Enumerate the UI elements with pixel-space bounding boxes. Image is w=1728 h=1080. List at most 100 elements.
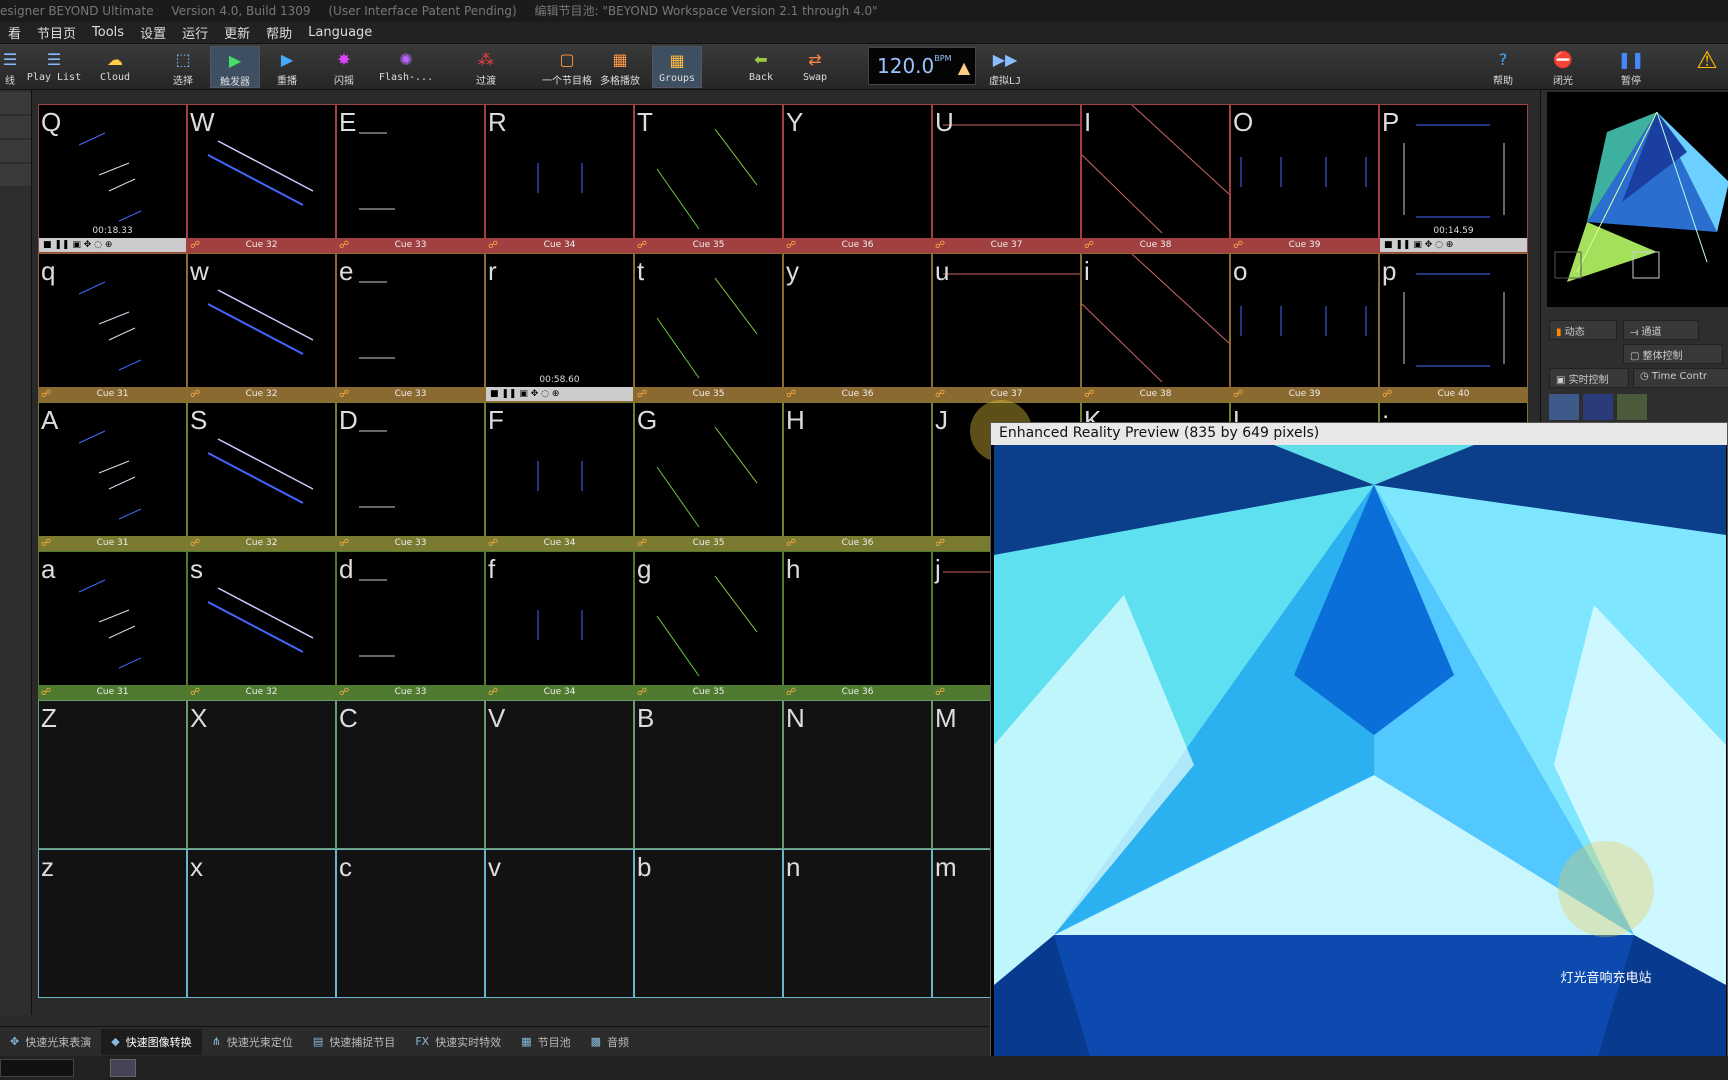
cue-cell-Q[interactable]: Q 00:18.33 ■ ❚❚ ▣ ✥ ◌ ⊕ — [38, 104, 187, 253]
cue-cell-p[interactable]: p ☍ Cue 40 — [1379, 253, 1528, 402]
toolbar-button-flash-more[interactable]: ✺ Flash-... — [370, 46, 442, 88]
toolbar-button-back-arrow[interactable]: ⬅ Back — [738, 46, 784, 88]
warning-icon[interactable]: ⚠ — [1690, 46, 1724, 88]
cue-cell-E[interactable]: E ☍ Cue 33 — [336, 104, 485, 253]
toolbar-button-trigger[interactable]: ▶ 触发器 — [210, 46, 260, 88]
cue-cell-X[interactable]: X — [187, 700, 336, 849]
cue-cell-I[interactable]: I ☍ Cue 38 — [1081, 104, 1230, 253]
cue-cell-R[interactable]: R ☍ Cue 34 — [485, 104, 634, 253]
save-icon[interactable] — [1617, 394, 1647, 420]
cue-cell-D[interactable]: D ☍ Cue 33 — [336, 402, 485, 551]
cue-cell-Z[interactable]: Z — [38, 700, 187, 849]
menu-item[interactable]: Tools — [84, 25, 132, 40]
pause-icon[interactable]: ❚❚ — [501, 389, 516, 399]
cue-cell-C[interactable]: C — [336, 700, 485, 849]
cue-cell-g[interactable]: g ☍ Cue 35 — [634, 551, 783, 700]
stop-icon[interactable]: ■ — [1384, 240, 1393, 250]
toolbar-button-cloud[interactable]: ☁ Cloud — [90, 46, 140, 88]
cue-cell-d[interactable]: d ☍ Cue 33 — [336, 551, 485, 700]
toolbar-button-swap[interactable]: ⇄ Swap — [790, 46, 840, 88]
laser-preview-thumbnail[interactable] — [1547, 92, 1728, 307]
toolbar-button-blackout[interactable]: ⛔ 闭光 — [1540, 46, 1586, 88]
bottom-tab[interactable]: FX 快速实时特效 — [405, 1029, 511, 1055]
globe-icon[interactable] — [1549, 394, 1579, 420]
menu-item[interactable]: 更新 — [216, 23, 258, 42]
cue-cell-A[interactable]: A ☍ Cue 31 — [38, 402, 187, 551]
cue-cell-r[interactable]: r 00:58.60 ■ ❚❚ ▣ ✥ ◌ ⊕ — [485, 253, 634, 402]
cue-cell-o[interactable]: o ☍ Cue 39 — [1230, 253, 1379, 402]
cue-cell-P[interactable]: P 00:14.59 ■ ❚❚ ▣ ✥ ◌ ⊕ — [1379, 104, 1528, 253]
menu-item[interactable]: 设置 — [132, 23, 174, 42]
cue-cell-S[interactable]: S ☍ Cue 32 — [187, 402, 336, 551]
cue-cell-z[interactable]: z — [38, 849, 187, 998]
bottom-tab[interactable]: ▦ 节目池 — [511, 1029, 580, 1055]
cue-cell-i[interactable]: i ☍ Cue 38 — [1081, 253, 1230, 402]
cue-cell-e[interactable]: e ☍ Cue 33 — [336, 253, 485, 402]
toolbar-button-list[interactable]: ☰ 线 — [0, 46, 20, 88]
bottom-tab[interactable]: ▤ 快速捕捉节目 — [303, 1029, 405, 1055]
cue-cell-s[interactable]: s ☍ Cue 32 — [187, 551, 336, 700]
cue-cell-O[interactable]: O ☍ Cue 39 — [1230, 104, 1379, 253]
tab-time-control[interactable]: ◷ Time Contr — [1633, 368, 1728, 388]
stop-icon[interactable]: ■ — [490, 389, 499, 399]
metronome-icon[interactable]: ▲ — [958, 58, 970, 77]
settings-icon[interactable]: ▣ ✥ ◌ ⊕ — [1413, 240, 1453, 250]
cue-cell-W[interactable]: W ☍ Cue 32 — [187, 104, 336, 253]
cue-cell-v[interactable]: v — [485, 849, 634, 998]
cue-cell-c[interactable]: c — [336, 849, 485, 998]
menu-item[interactable]: 运行 — [174, 23, 216, 42]
cue-cell-a[interactable]: a ☍ Cue 31 — [38, 551, 187, 700]
bottom-tab[interactable]: ✥ 快速光束表演 — [0, 1029, 101, 1055]
toolbar-button-pause[interactable]: ❚❚ 暂停 — [1608, 46, 1654, 88]
menu-item[interactable]: 帮助 — [258, 23, 300, 42]
cue-cell-N[interactable]: N — [783, 700, 932, 849]
tab-channel[interactable]: ⟞ 通道 — [1623, 320, 1699, 340]
menu-item[interactable]: Language — [300, 25, 380, 40]
pause-icon[interactable]: ❚❚ — [1395, 240, 1410, 250]
cue-cell-T[interactable]: T ☍ Cue 35 — [634, 104, 783, 253]
stop-icon[interactable]: ■ — [43, 240, 52, 250]
cue-cell-y[interactable]: y ☍ Cue 36 — [783, 253, 932, 402]
toolbar-button-multi-cell[interactable]: ▦ 多格播放 — [594, 46, 646, 88]
settings-icon[interactable]: ▣ ✥ ◌ ⊕ — [72, 240, 112, 250]
settings-icon[interactable]: ▣ ✥ ◌ ⊕ — [519, 389, 559, 399]
cue-cell-F[interactable]: F ☍ Cue 34 — [485, 402, 634, 551]
cue-cell-x[interactable]: x — [187, 849, 336, 998]
toolbar-button-single-cell[interactable]: ▢ 一个节目格 — [538, 46, 596, 88]
cue-cell-t[interactable]: t ☍ Cue 35 — [634, 253, 783, 402]
cue-cell-h[interactable]: h ☍ Cue 36 — [783, 551, 932, 700]
enhanced-reality-preview-window[interactable]: Enhanced Reality Preview (835 by 649 pix… — [990, 422, 1728, 1072]
toolbar-button-select[interactable]: ⬚ 选择 — [158, 46, 208, 88]
menu-item[interactable]: 看 — [0, 23, 29, 42]
toolbar-button-groups[interactable]: ▦ Groups — [652, 46, 702, 88]
toolbar-button-help[interactable]: ? 帮助 — [1480, 46, 1526, 88]
cue-cell-Y[interactable]: Y ☍ Cue 36 — [783, 104, 932, 253]
toolbar-button-flash[interactable]: ✸ 闪摇 — [322, 46, 366, 88]
cue-cell-u[interactable]: u ☍ Cue 37 — [932, 253, 1081, 402]
cue-cell-V[interactable]: V — [485, 700, 634, 849]
bottom-tab[interactable]: ◆ 快速图像转换 — [101, 1028, 202, 1055]
toolbar-button-playlist[interactable]: ☰ Play List — [22, 46, 86, 88]
cue-cell-U[interactable]: U ☍ Cue 37 — [932, 104, 1081, 253]
cue-cell-w[interactable]: w ☍ Cue 32 — [187, 253, 336, 402]
bpm-display[interactable]: 120.0BPM ▲ — [868, 47, 976, 85]
toolbar-button-virtual-lj[interactable]: ▶▶ 虚拟LJ — [980, 46, 1030, 88]
tab-dynamic[interactable]: ▮ 动态 — [1549, 320, 1617, 340]
cue-cell-G[interactable]: G ☍ Cue 35 — [634, 402, 783, 551]
pause-icon[interactable]: ❚❚ — [54, 240, 69, 250]
cue-cell-b[interactable]: b — [634, 849, 783, 998]
toolbar-button-replay[interactable]: ▶ 重播 — [262, 46, 312, 88]
cue-cell-H[interactable]: H ☍ Cue 36 — [783, 402, 932, 551]
menu-item[interactable]: 节目页 — [29, 23, 84, 42]
bottom-tab[interactable]: ▩ 音频 — [581, 1029, 639, 1055]
cue-cell-B[interactable]: B — [634, 700, 783, 849]
window-icon[interactable] — [1583, 394, 1613, 420]
tab-live-control[interactable]: ▣ 实时控制 — [1549, 368, 1629, 388]
cue-cell-n[interactable]: n — [783, 849, 932, 998]
cue-cell-q[interactable]: q ☍ Cue 31 — [38, 253, 187, 402]
cue-cell-f[interactable]: f ☍ Cue 34 — [485, 551, 634, 700]
tab-overall-control[interactable]: ▢ 整体控制 — [1623, 344, 1723, 364]
network-icon[interactable] — [110, 1059, 136, 1077]
toolbar-button-transition[interactable]: ⁂ 过渡 — [458, 46, 514, 88]
bottom-tab[interactable]: ⋔ 快速光束定位 — [202, 1029, 303, 1055]
